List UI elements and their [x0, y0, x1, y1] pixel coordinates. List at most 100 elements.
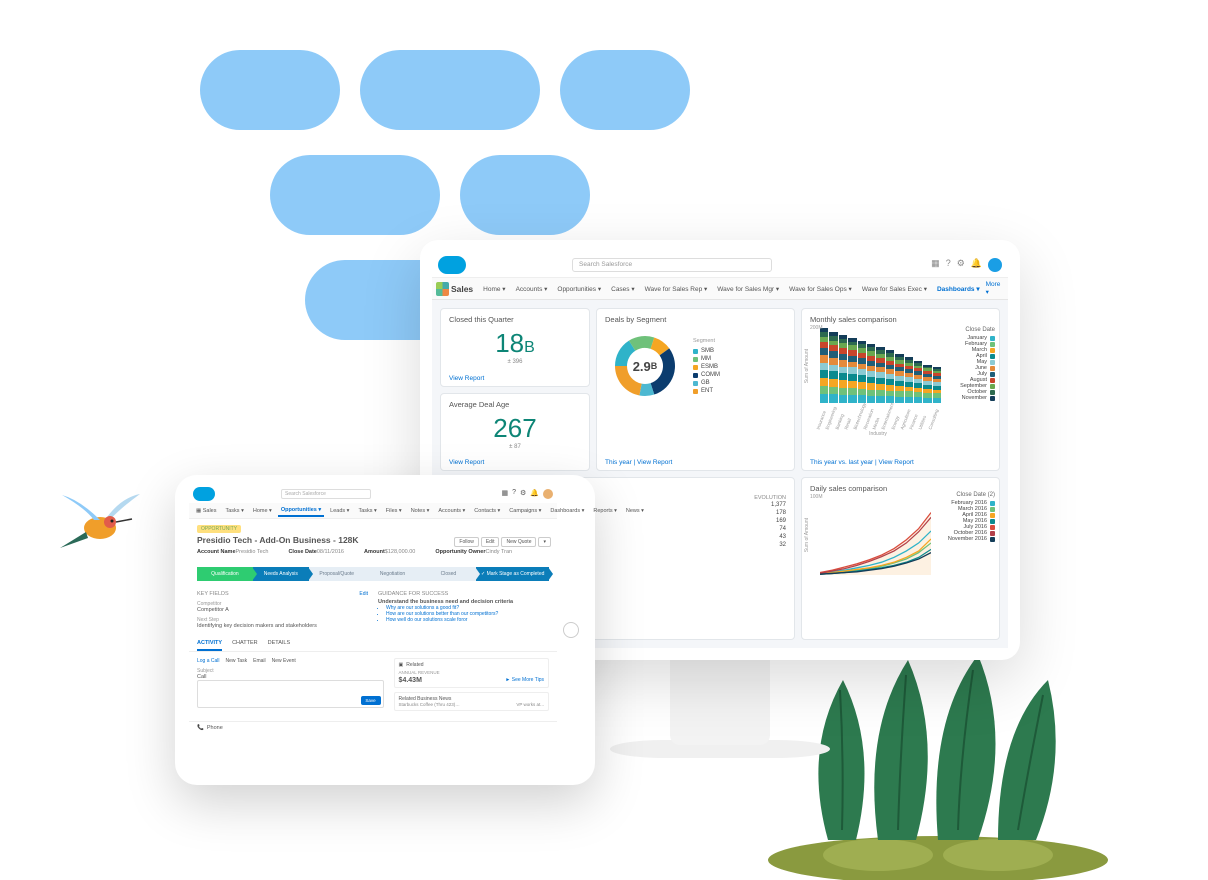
tab-chatter[interactable]: CHATTER [232, 637, 258, 651]
help-icon[interactable]: ? [512, 489, 516, 499]
composer-tab-email[interactable]: Email [253, 658, 266, 664]
global-search-input[interactable]: Search Salesforce [572, 258, 772, 272]
nav-item-dashboards[interactable]: Dashboards ▾ [933, 281, 984, 297]
app-title[interactable]: ▦ Sales [193, 506, 219, 516]
y-axis-label: Sum of Amount [804, 518, 810, 552]
nav-item-wave-for-sales-mgr[interactable]: Wave for Sales Mgr ▾ [713, 281, 783, 297]
nav-item-accounts[interactable]: Accounts ▾ [435, 506, 468, 516]
nav-more[interactable]: More ▾ [986, 281, 1004, 296]
nav-item-contacts[interactable]: Contacts ▾ [471, 506, 503, 516]
card-title: Average Deal Age [449, 400, 581, 409]
utility-bar[interactable]: 📞 Phone [189, 721, 557, 734]
tab-activity[interactable]: ACTIVITY [197, 637, 222, 651]
salesforce-logo[interactable] [193, 487, 215, 501]
nav-item-tasks[interactable]: Tasks ▾ [355, 506, 379, 516]
nav-item-campaigns[interactable]: Campaigns ▾ [506, 506, 544, 516]
app-launcher-button[interactable] [436, 282, 449, 296]
news-widget[interactable]: Related Business News Starbucks Coffee (… [394, 692, 549, 711]
nav-item-wave-for-sales-rep[interactable]: Wave for Sales Rep ▾ [641, 281, 712, 297]
bar-column [820, 328, 828, 403]
global-search-input[interactable]: Search Salesforce [281, 489, 371, 499]
path-stage[interactable]: Qualification [197, 567, 253, 581]
notifications-icon[interactable]: 🔔 [530, 489, 539, 499]
nav-item-wave-for-sales-ops[interactable]: Wave for Sales Ops ▾ [785, 281, 856, 297]
settings-icon[interactable]: ⚙ [520, 489, 526, 499]
meta-label: Close Date [288, 549, 316, 555]
nav-item-opportunities[interactable]: Opportunities ▾ [553, 281, 605, 297]
nav-item-dashboards[interactable]: Dashboards ▾ [547, 506, 587, 516]
action-follow[interactable]: Follow [454, 537, 478, 547]
composer-textarea[interactable]: Save [197, 680, 384, 708]
metric-value: $4.43M [399, 677, 422, 684]
path-stage[interactable]: Negotiation [365, 567, 421, 581]
notifications-icon[interactable]: 🔔 [971, 258, 982, 272]
path-stage[interactable]: Needs Analysis [253, 567, 309, 581]
view-report-link[interactable]: View Report [449, 375, 484, 382]
cta-link[interactable]: ► See More Tips [505, 677, 544, 683]
nav-item-wave-for-sales-exec[interactable]: Wave for Sales Exec ▾ [858, 281, 931, 297]
utility-item[interactable]: Phone [207, 725, 223, 731]
scope-label: This year [605, 459, 632, 466]
kpi-value: 18 [495, 328, 524, 358]
path-stage[interactable]: Closed [421, 567, 477, 581]
kpi-closed-quarter[interactable]: Closed this Quarter 18B ± 396 View Repor… [440, 308, 590, 387]
legend-item: COMM [693, 372, 720, 378]
x-axis-ticks: InsuranceEngineeringBankingRetailBiotech… [820, 403, 941, 431]
action-newquote[interactable]: New Quote [501, 537, 536, 547]
settings-icon[interactable]: ⚙ [957, 258, 965, 272]
action-[interactable]: ▾ [538, 537, 551, 547]
kpi-column: Closed this Quarter 18B ± 396 View Repor… [440, 308, 590, 471]
nav-item-leads[interactable]: Leads ▾ [327, 506, 352, 516]
kpi-avg-deal-age[interactable]: Average Deal Age 267 ± 87 View Report [440, 393, 590, 472]
nav-item-opportunities[interactable]: Opportunities ▾ [278, 505, 324, 517]
action-edit[interactable]: Edit [481, 537, 500, 547]
edit-link[interactable]: Edit [359, 591, 368, 597]
view-report-link[interactable]: View Report [449, 459, 484, 466]
nav-item-home[interactable]: Home ▾ [479, 281, 509, 297]
user-avatar[interactable] [543, 489, 553, 499]
bar-column [895, 354, 903, 403]
daily-sales-card[interactable]: Daily sales comparison Sum of Amount 100… [801, 477, 1000, 640]
bar-column [867, 344, 875, 403]
nav-item-tasks[interactable]: Tasks ▾ [222, 506, 246, 516]
object-badge: OPPORTUNITY [197, 525, 241, 533]
guidance-list: Why are our solutions a good fit?How are… [386, 605, 549, 623]
nav-item-home[interactable]: Home ▾ [250, 506, 275, 516]
user-avatar[interactable] [988, 258, 1002, 272]
path-stage[interactable]: Proposal/Quote [309, 567, 365, 581]
meta-value: $128,000.00 [385, 549, 416, 555]
view-report-link[interactable]: View Report [879, 459, 914, 466]
composer-tab-new-task[interactable]: New Task [226, 658, 248, 664]
view-report-link[interactable]: View Report [637, 459, 672, 466]
deals-by-segment-card[interactable]: Deals by Segment 2.9B Segment SMBMMESMBC… [596, 308, 795, 471]
nav-item-files[interactable]: Files ▾ [383, 506, 405, 516]
app-launcher-icon[interactable]: ▦ [501, 489, 508, 499]
composer-tab-new-event[interactable]: New Event [272, 658, 296, 664]
save-button[interactable]: Save [361, 696, 381, 705]
tab-details[interactable]: DETAILS [268, 637, 291, 651]
related-widget[interactable]: ▣ Related ANNUAL REVENUE $4.43M► See Mor… [394, 658, 549, 688]
meta-value[interactable]: Presidio Tech [236, 549, 269, 555]
legend-item: November [960, 395, 995, 401]
card-title: Closed this Quarter [449, 315, 581, 324]
nav-item-notes[interactable]: Notes ▾ [408, 506, 433, 516]
hummingbird-illustration [50, 490, 140, 560]
app-launcher-icon[interactable]: ▦ [931, 258, 940, 272]
object-nav: ▦ SalesTasks ▾Home ▾Opportunities ▾Leads… [189, 503, 557, 519]
nav-item-reports[interactable]: Reports ▾ [590, 506, 620, 516]
donut-chart: 2.9B [605, 326, 685, 406]
tablet-home-button[interactable] [563, 622, 579, 638]
monthly-sales-card[interactable]: Monthly sales comparison Sum of Amount 2… [801, 308, 1000, 471]
guidance-item[interactable]: How well do our solutions scale foror [386, 617, 549, 623]
nav-item-news[interactable]: News ▾ [623, 506, 647, 516]
salesforce-logo[interactable] [438, 256, 466, 274]
help-icon[interactable]: ? [946, 258, 951, 272]
composer-tab-log-a-call[interactable]: Log a Call [197, 658, 220, 664]
app-title: Sales [451, 284, 473, 294]
meta-value[interactable]: Cindy Tran [486, 549, 513, 555]
mark-stage-complete-button[interactable]: ✓ Mark Stage as Completed [476, 567, 549, 581]
kpi-delta: ± 396 [449, 359, 581, 365]
meta-label: Opportunity Owner [435, 549, 485, 555]
nav-item-cases[interactable]: Cases ▾ [607, 281, 639, 297]
nav-item-accounts[interactable]: Accounts ▾ [512, 281, 552, 297]
